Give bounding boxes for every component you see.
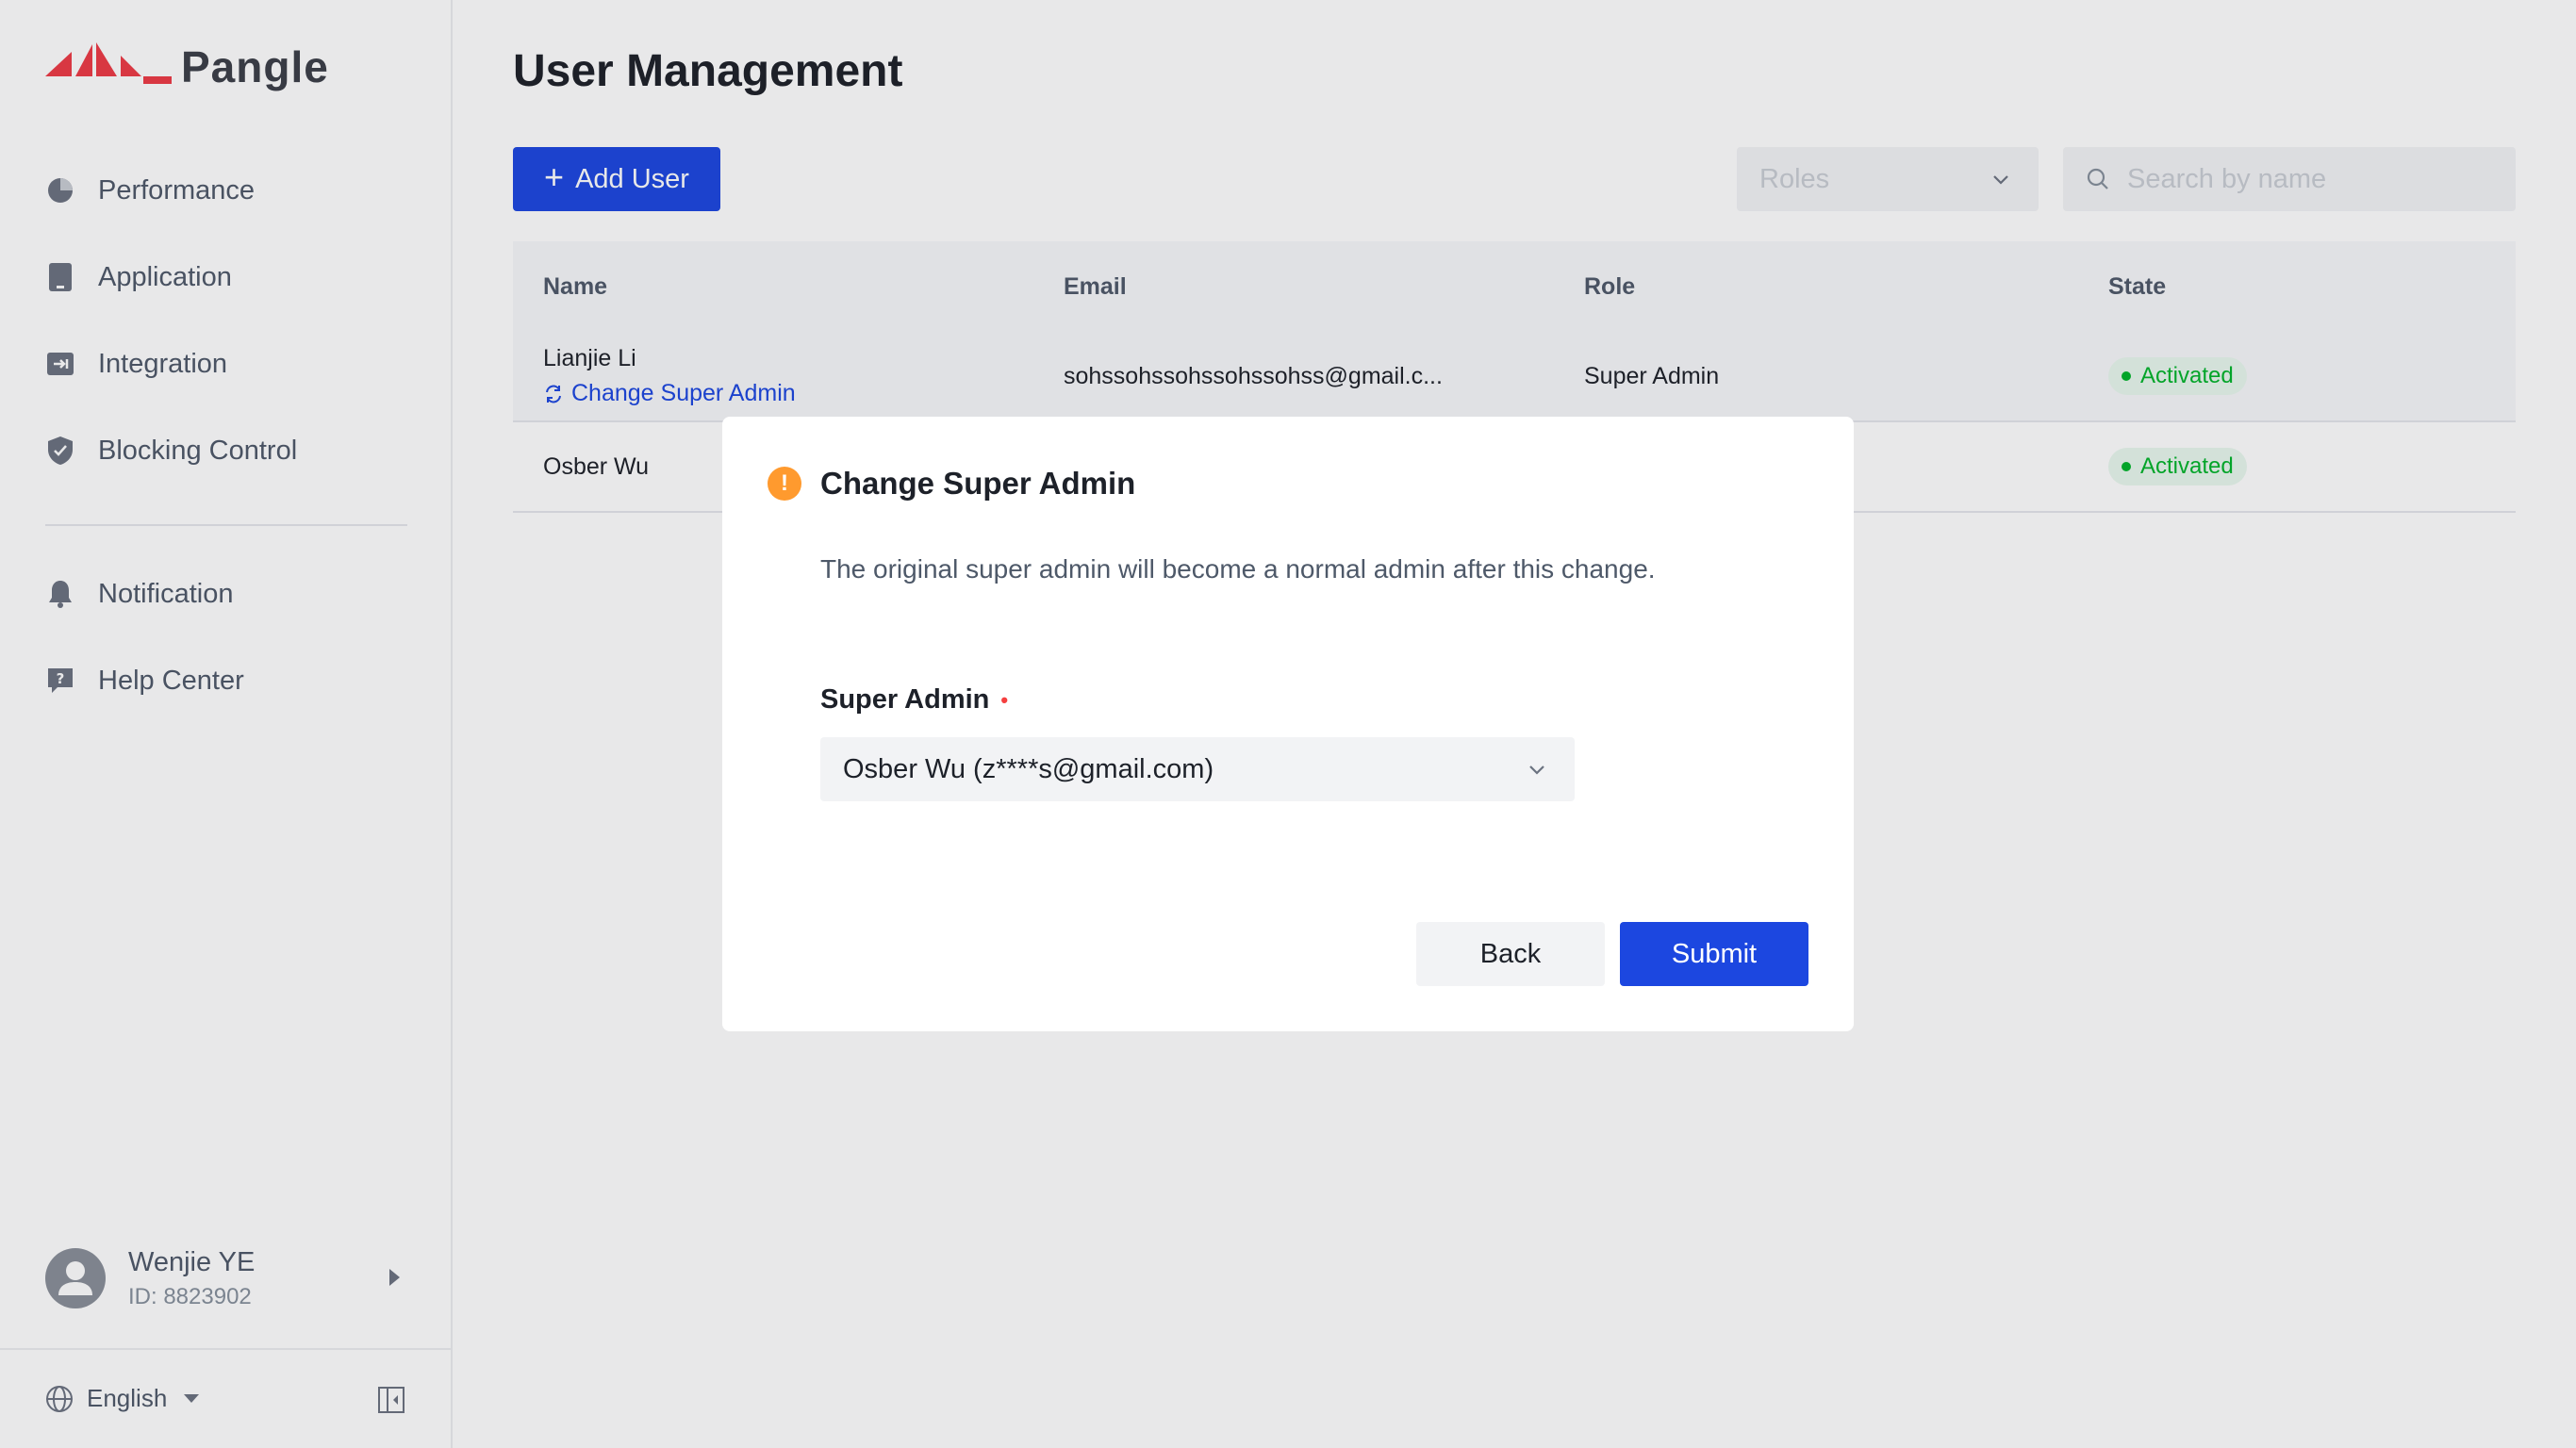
modal-description: The original super admin will become a n… <box>820 554 1656 584</box>
chevron-down-icon <box>1529 765 1544 775</box>
submit-button[interactable]: Submit <box>1620 922 1808 986</box>
super-admin-selected-value: Osber Wu (z****s@gmail.com) <box>843 753 1214 784</box>
modal-title: Change Super Admin <box>820 466 1136 501</box>
warning-icon: ! <box>768 467 801 501</box>
required-indicator: • <box>1000 687 1009 712</box>
change-super-admin-modal: ! Change Super Admin The original super … <box>722 417 1854 1031</box>
back-button[interactable]: Back <box>1416 922 1605 986</box>
app-root: Pangle Performance Application Integrati… <box>0 0 2576 1448</box>
super-admin-field-label: Super Admin • <box>820 684 1008 716</box>
super-admin-select[interactable]: Osber Wu (z****s@gmail.com) <box>820 737 1575 801</box>
field-label-text: Super Admin <box>820 684 990 715</box>
modal-header: ! Change Super Admin <box>768 466 1135 502</box>
